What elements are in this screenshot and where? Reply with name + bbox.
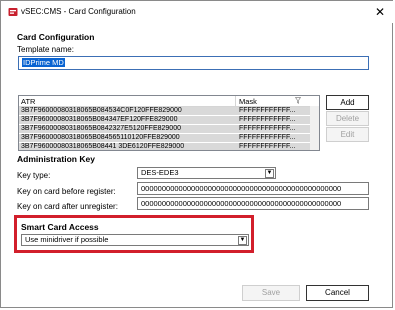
template-name-value: IDPrime MD [22,58,65,67]
atr-row[interactable]: 3B7F96000080318065B0842327E5120FFE829000… [19,125,310,133]
cancel-button[interactable]: Cancel [306,285,369,301]
mask-value: FFFFFFFFFFFF... [239,116,296,123]
card-configuration-heading: Card Configuration [17,32,95,42]
smart-card-access-value: Use minidriver if possible [25,235,109,244]
mask-value: FFFFFFFFFFFF... [239,134,296,141]
atr-list-header: ATR Mask [19,96,319,107]
atr-list-scrollbar[interactable] [310,106,319,150]
edit-button[interactable]: Edit [326,127,369,142]
smart-card-access-select[interactable]: Use minidriver if possible ▼ [21,234,249,246]
key-type-label: Key type: [17,171,51,180]
atr-value: 3B7F96000080318065B0842327E5120FFE829000 [21,125,181,132]
mask-value: FFFFFFFFFFFF... [239,143,296,150]
key-after-unregister-label: Key on card after unregister: [17,202,118,211]
title-bar: vSEC:CMS - Card Configuration ✕ [1,1,394,23]
atr-row[interactable]: 3B7F96000080318065B084534C0F120FFE829000… [19,107,310,115]
atr-row[interactable]: 3B7F96000080318065B084565110120FFE829000… [19,134,310,142]
app-shield-icon [8,8,18,16]
column-divider [235,96,236,106]
atr-list[interactable]: ATR Mask 3B7F96000080318065B084534C0F120… [18,95,320,151]
atr-row[interactable]: 3B7F96000080318065B08441 3DE6120FFE82900… [19,143,310,150]
chevron-down-icon[interactable]: ▼ [238,236,247,245]
atr-value: 3B7F96000080318065B084565110120FFE829000 [21,134,180,141]
add-button[interactable]: Add [326,95,369,110]
key-before-register-input[interactable]: 0000000000000000000000000000000000000000… [137,182,369,195]
administration-key-heading: Administration Key [17,154,95,164]
key-type-value: DES-EDE3 [141,168,179,177]
mask-value: FFFFFFFFFFFF... [239,107,296,114]
smart-card-access-heading: Smart Card Access [21,222,99,232]
delete-button[interactable]: Delete [326,111,369,126]
atr-value: 3B7F96000080318065B084347EF120FFE829000 [21,116,178,123]
column-header-mask[interactable]: Mask [239,97,257,106]
card-configuration-window: vSEC:CMS - Card Configuration ✕ Card Con… [0,0,394,308]
atr-value: 3B7F96000080318065B08441 3DE6120FFE82900… [21,143,185,150]
mask-value: FFFFFFFFFFFF... [239,125,296,132]
template-name-label: Template name: [17,45,74,54]
key-type-select[interactable]: DES-EDE3 ▼ [137,167,276,179]
template-name-input[interactable]: IDPrime MD [18,56,369,70]
column-header-atr[interactable]: ATR [21,97,35,106]
window-title: vSEC:CMS - Card Configuration [21,7,136,16]
chevron-down-icon[interactable]: ▼ [265,169,274,178]
close-icon[interactable]: ✕ [372,4,388,20]
atr-value: 3B7F96000080318065B084534C0F120FFE829000 [21,107,182,114]
key-after-unregister-input[interactable]: 0000000000000000000000000000000000000000… [137,197,369,210]
atr-row[interactable]: 3B7F96000080318065B084347EF120FFE829000 … [19,116,310,124]
save-button[interactable]: Save [242,285,300,301]
key-before-register-label: Key on card before register: [17,187,116,196]
filter-icon[interactable] [295,97,301,104]
